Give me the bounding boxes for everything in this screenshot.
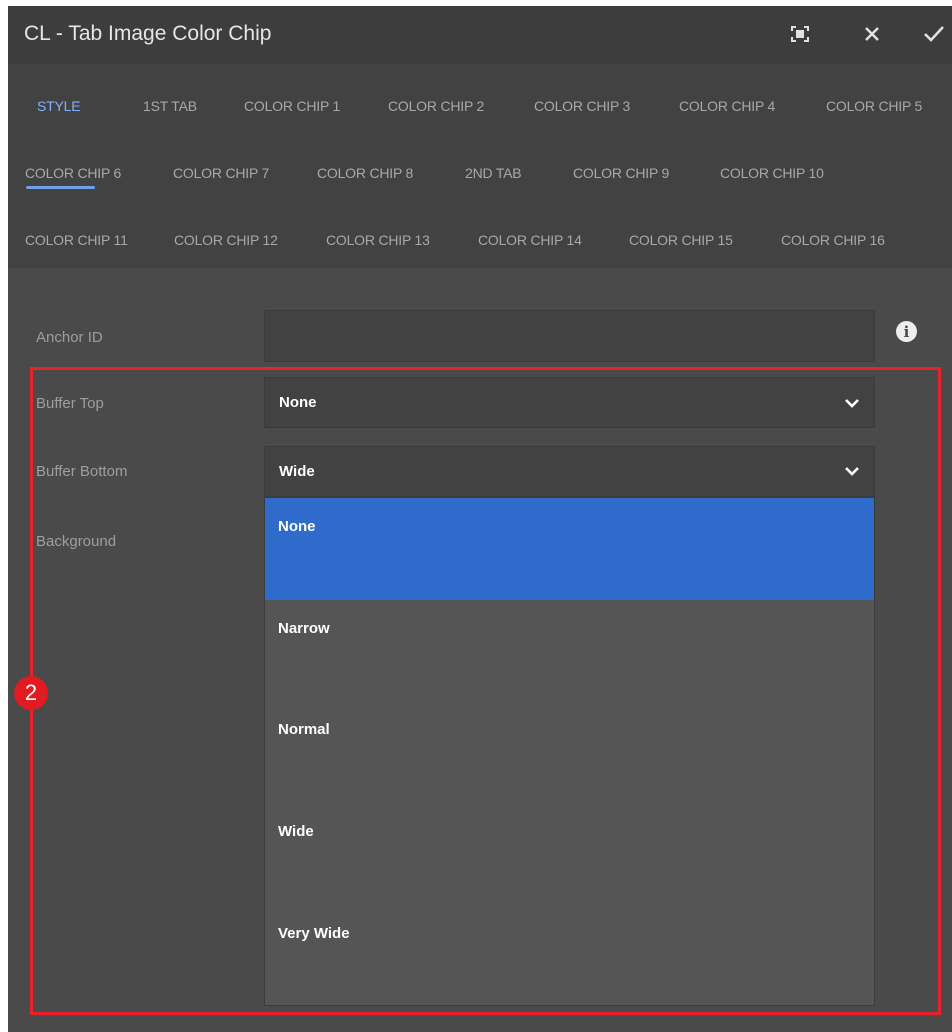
checkmark-icon: [924, 26, 944, 42]
tab-2nd-tab[interactable]: 2ND TAB: [465, 165, 522, 181]
dialog-title: CL - Tab Image Color Chip: [24, 22, 272, 45]
tab-color-chip-11[interactable]: COLOR CHIP 11: [25, 232, 128, 248]
tab-color-chip-8[interactable]: COLOR CHIP 8: [317, 165, 413, 181]
tab-color-chip-15[interactable]: COLOR CHIP 15: [629, 232, 733, 248]
buffer-bottom-value: Wide: [279, 463, 315, 480]
tab-style[interactable]: STYLE: [37, 98, 81, 114]
tab-color-chip-7[interactable]: COLOR CHIP 7: [173, 165, 269, 181]
buffer-top-select[interactable]: None: [264, 377, 875, 428]
tab-color-chip-6[interactable]: COLOR CHIP 6: [25, 165, 121, 181]
tab-color-chip-4[interactable]: COLOR CHIP 4: [679, 98, 775, 114]
fullscreen-icon: [791, 26, 809, 42]
tab-color-chip-16[interactable]: COLOR CHIP 16: [781, 232, 885, 248]
dropdown-option-narrow[interactable]: Narrow: [265, 600, 874, 702]
close-icon: [865, 27, 879, 41]
tab-color-chip-14[interactable]: COLOR CHIP 14: [478, 232, 582, 248]
anchor-id-label: Anchor ID: [36, 329, 103, 346]
close-button[interactable]: [854, 16, 890, 52]
tab-color-chip-1[interactable]: COLOR CHIP 1: [244, 98, 340, 114]
tab-color-chip-3[interactable]: COLOR CHIP 3: [534, 98, 630, 114]
confirm-button[interactable]: [916, 16, 952, 52]
tab-color-chip-10[interactable]: COLOR CHIP 10: [720, 165, 824, 181]
tab-color-chip-5[interactable]: COLOR CHIP 5: [826, 98, 922, 114]
tab-color-chip-2[interactable]: COLOR CHIP 2: [388, 98, 484, 114]
tab-1st-tab[interactable]: 1ST TAB: [143, 98, 197, 114]
buffer-top-value: None: [279, 394, 317, 411]
buffer-bottom-select[interactable]: Wide: [264, 446, 875, 497]
active-tab-indicator: [26, 186, 95, 189]
dialog: CL - Tab Image Color Chip STYLE 1ST TAB …: [8, 6, 952, 1032]
tab-color-chip-12[interactable]: COLOR CHIP 12: [174, 232, 278, 248]
title-bar: CL - Tab Image Color Chip: [8, 6, 952, 64]
buffer-top-label: Buffer Top: [36, 395, 104, 412]
chevron-down-icon: [845, 399, 859, 408]
fullscreen-button[interactable]: [782, 16, 818, 52]
annotation-marker: 2: [14, 676, 48, 710]
tab-color-chip-13[interactable]: COLOR CHIP 13: [326, 232, 430, 248]
tab-color-chip-9[interactable]: COLOR CHIP 9: [573, 165, 669, 181]
buffer-bottom-label: Buffer Bottom: [36, 463, 128, 480]
chevron-down-icon: [845, 467, 859, 476]
background-label: Background: [36, 533, 117, 550]
dropdown-option-wide[interactable]: Wide: [265, 803, 874, 905]
buffer-bottom-dropdown-list: None Narrow Normal Wide Very Wide: [264, 497, 875, 1006]
dropdown-option-normal[interactable]: Normal: [265, 701, 874, 803]
anchor-id-input[interactable]: [264, 310, 875, 362]
dropdown-option-very-wide[interactable]: Very Wide: [265, 905, 874, 1007]
dropdown-option-none[interactable]: None: [265, 498, 874, 600]
tab-bar: STYLE 1ST TAB COLOR CHIP 1 COLOR CHIP 2 …: [8, 64, 952, 268]
info-icon[interactable]: i: [896, 321, 917, 342]
